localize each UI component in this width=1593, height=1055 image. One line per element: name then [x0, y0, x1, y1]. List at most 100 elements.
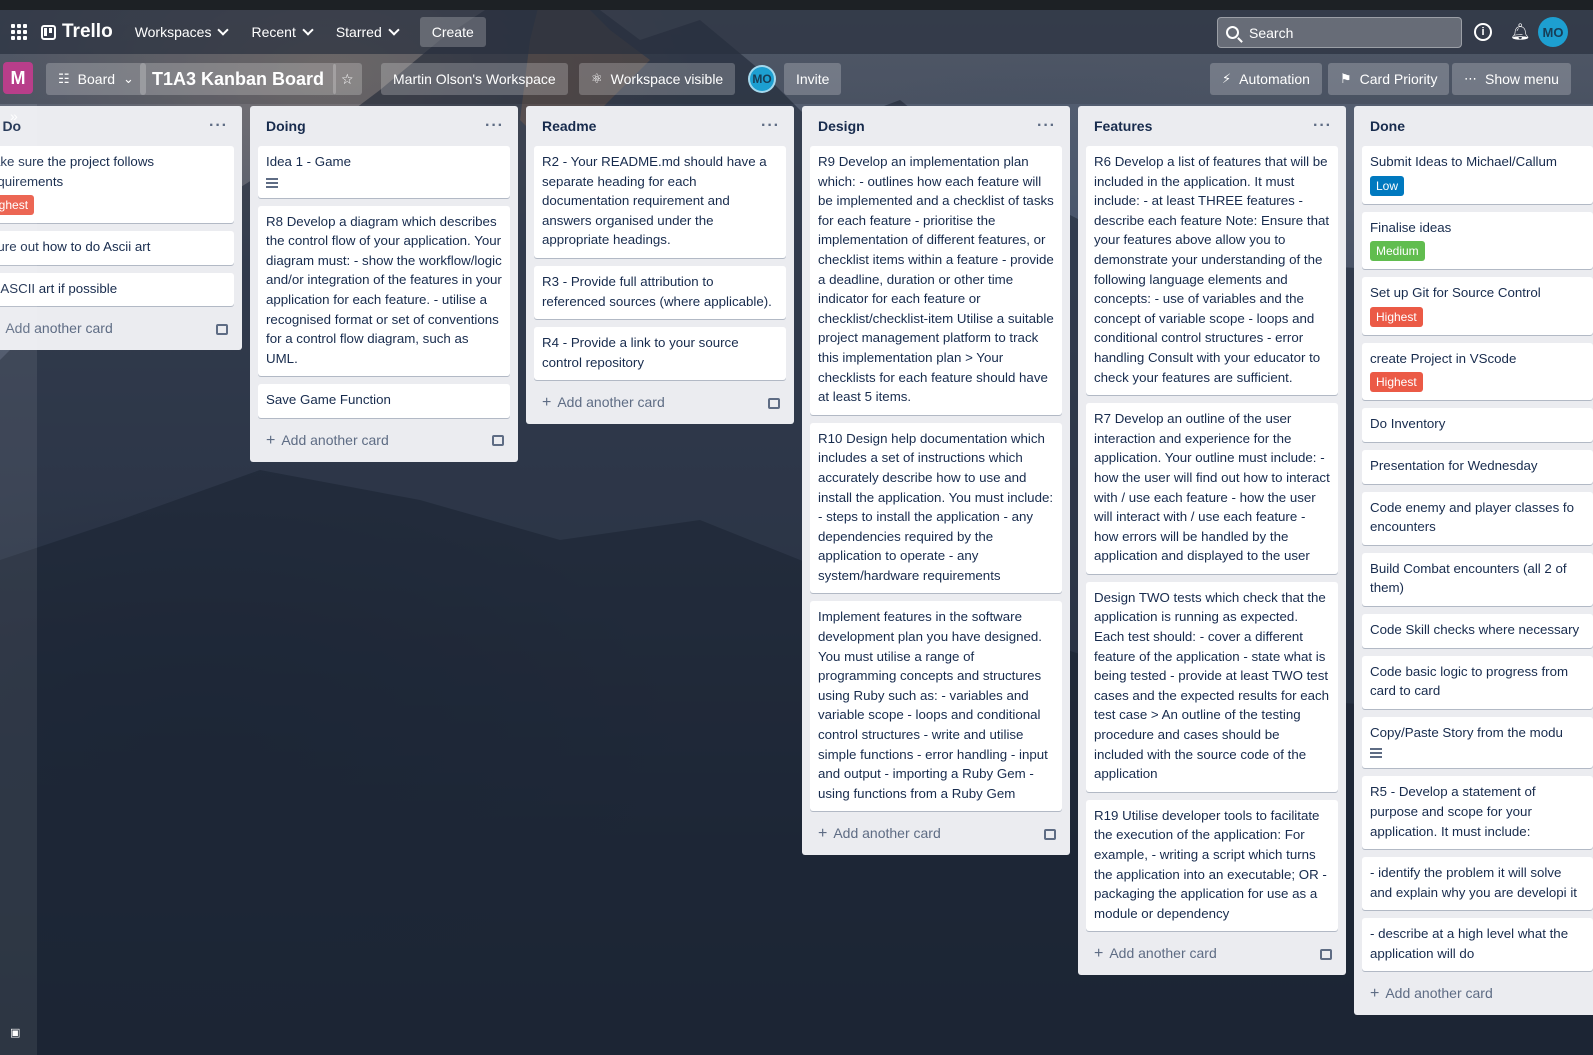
board-view-switcher[interactable]: ☷ Board ⌄	[46, 63, 146, 95]
card[interactable]: R5 - Develop a statement of purpose and …	[1362, 776, 1593, 850]
workspace-badge[interactable]: M	[3, 62, 33, 94]
create-button[interactable]: Create	[419, 17, 486, 47]
show-menu-button[interactable]: ⋯ Show menu	[1452, 63, 1571, 95]
list-menu-icon[interactable]: ···	[485, 117, 504, 135]
apps-grid-icon[interactable]	[9, 22, 29, 42]
card-title: Do Inventory	[1370, 416, 1446, 432]
card[interactable]: Design TWO tests which check that the ap…	[1086, 581, 1338, 792]
add-card-button[interactable]: + Add another card	[534, 388, 786, 414]
list-menu-icon[interactable]: ···	[1313, 117, 1332, 135]
list-menu-icon[interactable]: ···	[209, 117, 228, 135]
card[interactable]: - identify the problem it will solve and…	[1362, 857, 1593, 911]
star-icon: ☆	[341, 70, 354, 87]
add-card-button[interactable]: + Add another card	[1362, 979, 1593, 1005]
card-template-icon[interactable]	[768, 397, 780, 409]
card[interactable]: R9 Develop an implementation plan which:…	[810, 146, 1062, 415]
team-visibility-icon: ⚛	[591, 71, 603, 86]
card[interactable]: R4 - Provide a link to your source contr…	[534, 327, 786, 381]
plus-icon: +	[266, 431, 276, 449]
search-input[interactable]: Search	[1217, 17, 1462, 48]
card-title: Copy/Paste Story from the modu	[1370, 724, 1563, 740]
card-title: Design TWO tests which check that the ap…	[1094, 589, 1330, 782]
list-header[interactable]: Design ···	[810, 106, 1062, 146]
card[interactable]: Code basic logic to progress from card t…	[1362, 655, 1593, 709]
card[interactable]: Build Combat encounters (all 2 of them)	[1362, 552, 1593, 606]
card[interactable]: Code Skill checks where necessary	[1362, 613, 1593, 648]
card-template-icon[interactable]	[216, 323, 228, 335]
add-card-label: Add another card	[1109, 945, 1217, 962]
card[interactable]: R7 Develop an outline of the user intera…	[1086, 403, 1338, 574]
card[interactable]: Submit Ideas to Michael/Callum Low	[1362, 146, 1593, 204]
user-avatar[interactable]: MO	[1538, 17, 1568, 47]
trello-logo[interactable]: Trello	[41, 21, 113, 43]
add-card-button[interactable]: + Add another card	[258, 426, 510, 452]
add-card-button[interactable]: + Add another card	[1086, 939, 1338, 965]
card-priority-button[interactable]: ⚑ Card Priority	[1328, 63, 1450, 95]
card[interactable]: R2 - Your README.md should have a separa…	[534, 146, 786, 258]
list-menu-icon[interactable]: ···	[1037, 117, 1056, 135]
card-title: Implement features in the software devel…	[818, 609, 1048, 801]
card[interactable]: Copy/Paste Story from the modu	[1362, 716, 1593, 769]
chevron-down-icon	[388, 24, 400, 36]
workspace-name: Martin Olson's Workspace	[393, 71, 556, 87]
card[interactable]: R10 Design help documentation which incl…	[810, 422, 1062, 594]
invite-button[interactable]: Invite	[784, 63, 842, 95]
list-header[interactable]: Done	[1362, 106, 1593, 146]
visibility-button[interactable]: ⚛ Workspace visible	[579, 63, 736, 95]
automation-label: Automation	[1239, 71, 1310, 87]
board-title[interactable]: T1A3 Kanban Board	[140, 63, 337, 95]
card[interactable]: R6 Develop a list of features that will …	[1086, 146, 1338, 396]
board-title-text: T1A3 Kanban Board	[152, 68, 325, 89]
member-avatar[interactable]: MO	[748, 65, 776, 93]
card[interactable]: Idea 1 - Game	[258, 146, 510, 198]
list-title: Doing	[266, 118, 306, 134]
card[interactable]: Do Inventory	[1362, 408, 1593, 442]
list-readme: Readme ··· R2 - Your README.md should ha…	[526, 106, 794, 425]
search-placeholder: Search	[1249, 24, 1294, 41]
automation-button[interactable]: ⚡︎ Automation	[1210, 63, 1322, 95]
notification-bell-icon[interactable]: 🔔︎	[1510, 22, 1530, 42]
more-dots-icon: ⋯	[1464, 71, 1477, 86]
card[interactable]: Code enemy and player classes fo encount…	[1362, 491, 1593, 545]
list-title: Design	[818, 118, 865, 134]
star-board-button[interactable]: ☆	[333, 63, 362, 95]
list-title: Done	[1370, 118, 1405, 134]
add-card-label: Add another card	[557, 394, 665, 411]
card[interactable]: Set up Git for Source Control Highest	[1362, 277, 1593, 335]
card-title: R4 - Provide a link to your source contr…	[542, 335, 739, 370]
workspace-name-button[interactable]: Martin Olson's Workspace	[381, 63, 568, 95]
plus-icon: +	[1094, 945, 1104, 963]
add-card-button[interactable]: + Add another card	[810, 819, 1062, 845]
sidebar-toggle[interactable]: »	[0, 104, 37, 1055]
starred-menu[interactable]: Starred	[328, 18, 406, 46]
add-card-label: Add another card	[833, 825, 941, 842]
card[interactable]: R19 Utilise developer tools to facilitat…	[1086, 799, 1338, 932]
card[interactable]: Implement features in the software devel…	[810, 601, 1062, 812]
card[interactable]: Finalise ideas Medium	[1362, 211, 1593, 270]
workspaces-menu[interactable]: Workspaces	[127, 18, 236, 46]
card-template-icon[interactable]	[1320, 948, 1332, 960]
card[interactable]: Save Game Function	[258, 384, 510, 418]
plus-icon: +	[542, 394, 552, 412]
card[interactable]: R8 Develop a diagram which describes the…	[258, 205, 510, 377]
list-header[interactable]: Features ···	[1086, 106, 1338, 146]
chevron-down-icon	[217, 24, 230, 36]
card[interactable]: create Project in VScode Highest	[1362, 342, 1593, 401]
card[interactable]: R3 - Provide full attribution to referen…	[534, 265, 786, 320]
recent-menu[interactable]: Recent	[243, 18, 319, 46]
add-card-label: Add another card	[1385, 985, 1493, 1002]
card-template-icon[interactable]	[1044, 828, 1056, 840]
chevron-down-icon	[302, 24, 314, 36]
list-header[interactable]: Doing ···	[258, 106, 510, 146]
list-doing: Doing ··· Idea 1 - Game R8 Develop a dia…	[250, 106, 518, 462]
invite-label: Invite	[796, 71, 830, 87]
info-icon[interactable]: i	[1474, 23, 1492, 41]
list-header[interactable]: Readme ···	[534, 106, 786, 146]
card-title: R19 Utilise developer tools to facilitat…	[1094, 807, 1327, 921]
card-title: - describe at a high level what the appl…	[1370, 926, 1569, 961]
list-menu-icon[interactable]: ···	[761, 117, 780, 135]
card[interactable]: Presentation for Wednesday	[1362, 449, 1593, 484]
card-template-icon[interactable]	[492, 435, 504, 447]
card[interactable]: - describe at a high level what the appl…	[1362, 918, 1593, 972]
card-title: R7 Develop an outline of the user intera…	[1094, 411, 1330, 564]
